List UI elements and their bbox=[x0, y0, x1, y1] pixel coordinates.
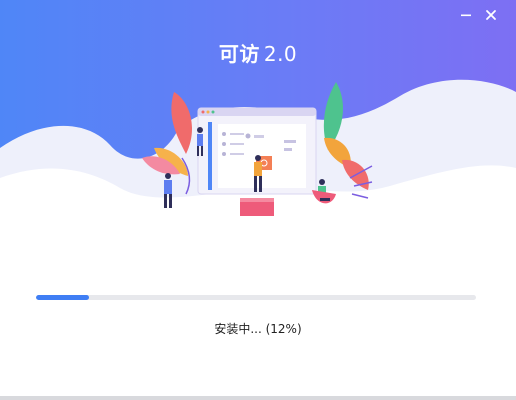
window-bottom-edge bbox=[0, 396, 516, 400]
close-button[interactable] bbox=[480, 4, 502, 26]
installer-illustration bbox=[142, 82, 373, 216]
install-status-text: 安装中... (12%) bbox=[214, 322, 302, 336]
minimize-button[interactable] bbox=[455, 4, 477, 26]
app-version: 2.0 bbox=[263, 42, 298, 66]
app-title: 可访 2.0 bbox=[0, 38, 516, 67]
app-logo-text: 可访 bbox=[218, 42, 260, 66]
install-progress-fill bbox=[36, 295, 89, 300]
close-icon bbox=[486, 10, 496, 20]
install-progress-bar bbox=[36, 295, 476, 300]
minimize-icon bbox=[461, 14, 471, 17]
installer-window: 可访 2.0 安装中... (12%) bbox=[0, 0, 516, 400]
header-banner: 可访 2.0 bbox=[0, 0, 516, 256]
